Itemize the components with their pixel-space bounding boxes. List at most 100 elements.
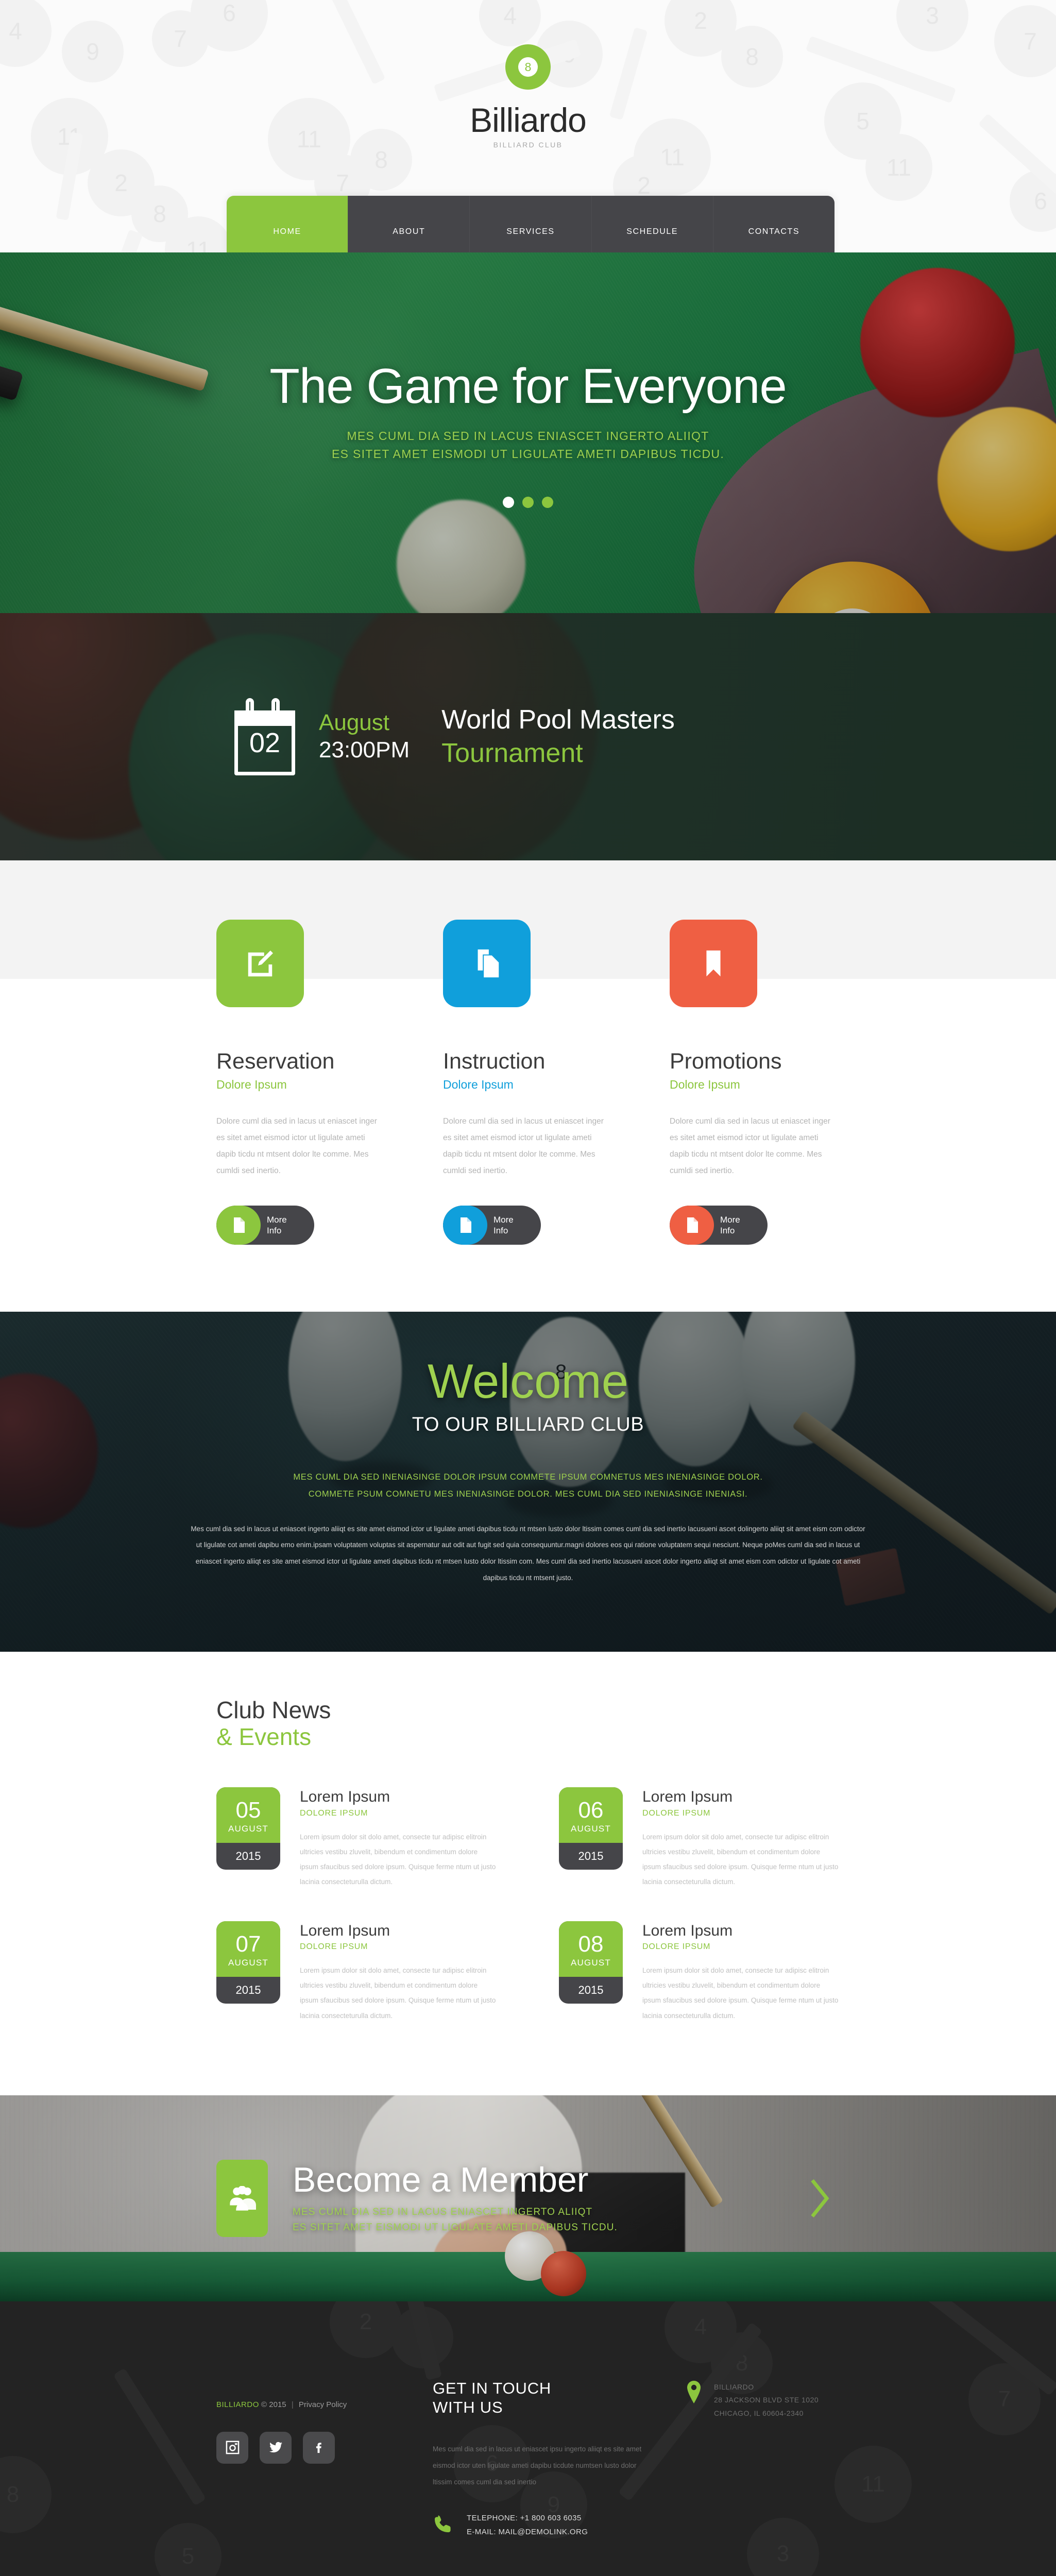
slider-dot-2[interactable] xyxy=(522,497,534,509)
news-item[interactable]: 07 AUGUST 2015 Lorem Ipsum DOLORE IPSUM … xyxy=(216,1921,497,2023)
news-month: AUGUST xyxy=(228,1824,269,1834)
more-info-button-reservation[interactable]: More Info xyxy=(216,1206,314,1245)
facebook-icon[interactable] xyxy=(303,2431,335,2464)
service-card-promotions: Promotions Dolore Ipsum Dolore cuml dia … xyxy=(670,920,840,1245)
footer-contact-column: GET IN TOUCH WITH US Mes cuml dia sed in… xyxy=(433,2379,654,2539)
more-info-line-2: Info xyxy=(267,1226,282,1236)
event-when: August 23:00PM xyxy=(319,709,410,764)
news-item[interactable]: 05 AUGUST 2015 Lorem Ipsum DOLORE IPSUM … xyxy=(216,1787,497,1889)
more-info-button-promotions[interactable]: More Info xyxy=(670,1206,768,1245)
event-time: 23:00PM xyxy=(319,737,410,762)
chevron-right-icon[interactable] xyxy=(798,2176,840,2221)
event-title-line-2: Tournament xyxy=(441,738,583,768)
news-year: 2015 xyxy=(578,1850,604,1863)
event-day: 02 xyxy=(249,727,281,758)
cta-subtitle: MES CUML DIA SED IN LACUS ENIASCET INGER… xyxy=(293,2205,798,2236)
news-month: AUGUST xyxy=(570,1957,611,1968)
footer-email[interactable]: E-MAIL: MAIL@DEMOLINK.ORG xyxy=(467,2526,588,2539)
nav-item-services[interactable]: SERVICES xyxy=(470,196,592,252)
news-year: 2015 xyxy=(578,1983,604,1996)
become-member-cta[interactable]: Become a Member MES CUML DIA SED IN LACU… xyxy=(0,2095,1056,2301)
service-title: Instruction xyxy=(443,1049,546,1074)
news-subtitle: DOLORE IPSUM xyxy=(300,1808,368,1818)
news-day: 06 xyxy=(578,1798,604,1823)
footer-social-links[interactable] xyxy=(216,2431,402,2464)
footer-contact-text: Mes cuml dia sed in lacus ut eniascet ip… xyxy=(433,2445,642,2486)
club-news-section: Club News & Events 05 AUGUST 2015 Lorem … xyxy=(0,1652,1056,2095)
footer-contact-heading-line-2: WITH US xyxy=(433,2398,503,2417)
more-info-button-instruction[interactable]: More Info xyxy=(443,1206,541,1245)
slider-dot-3[interactable] xyxy=(542,497,553,509)
nav-item-home[interactable]: HOME xyxy=(227,196,349,252)
calendar-header-band xyxy=(234,710,295,726)
site-logo[interactable]: 8 Billiardo BILLIARD CLUB xyxy=(0,0,1056,149)
slider-pagination[interactable] xyxy=(0,497,1056,509)
twitter-icon[interactable] xyxy=(260,2431,292,2464)
footer-telephone[interactable]: TELEPHONE: +1 800 603 6035 xyxy=(467,2512,588,2525)
main-navigation[interactable]: HOME ABOUT SERVICES SCHEDULE CONTACTS xyxy=(227,196,834,252)
footer-address-line-1: BILLIARDO xyxy=(714,2382,754,2391)
privacy-policy-link[interactable]: Privacy Policy xyxy=(299,2400,347,2409)
welcome-subtitle: TO OUR BILLIARD CLUB xyxy=(412,1414,644,1436)
service-text: Dolore cuml dia sed in lacus ut eniascet… xyxy=(670,1117,830,1175)
news-item[interactable]: 06 AUGUST 2015 Lorem Ipsum DOLORE IPSUM … xyxy=(559,1787,840,1889)
news-text: Lorem ipsum dolor sit dolo amet, consect… xyxy=(642,1967,839,2020)
services-section: Reservation Dolore Ipsum Dolore cuml dia… xyxy=(0,860,1056,1312)
nav-item-about[interactable]: ABOUT xyxy=(348,196,470,252)
more-info-line-1: More xyxy=(267,1215,287,1225)
news-title[interactable]: Lorem Ipsum xyxy=(300,1788,497,1806)
news-date-badge: 07 AUGUST 2015 xyxy=(216,1921,280,2004)
copy-files-icon[interactable] xyxy=(443,920,531,1007)
welcome-section: 8 Welcome TO OUR BILLIARD CLUB MES CUML … xyxy=(0,1312,1056,1652)
more-info-line-1: More xyxy=(493,1215,514,1225)
footer-brand-column: BILLIARDO © 2015 | Privacy Policy xyxy=(216,2379,402,2539)
pencil-square-icon[interactable] xyxy=(216,920,304,1007)
news-title[interactable]: Lorem Ipsum xyxy=(642,1922,840,1940)
news-month: AUGUST xyxy=(228,1957,269,1968)
cta-subtitle-line-2: ES SITET AMET EISMODI UT LIGULATE AMETI … xyxy=(293,2222,618,2233)
news-month: AUGUST xyxy=(570,1824,611,1834)
more-info-line-2: Info xyxy=(720,1226,735,1236)
nav-item-schedule[interactable]: SCHEDULE xyxy=(591,196,713,252)
more-info-label: More Info xyxy=(261,1206,314,1245)
news-title[interactable]: Lorem Ipsum xyxy=(300,1922,497,1940)
footer-separator: | xyxy=(291,2400,294,2409)
event-title-line-1: World Pool Masters xyxy=(441,705,675,735)
service-card-reservation: Reservation Dolore Ipsum Dolore cuml dia… xyxy=(216,920,386,1245)
news-item[interactable]: 08 AUGUST 2015 Lorem Ipsum DOLORE IPSUM … xyxy=(559,1921,840,2023)
billiardo-landing-page: 4 9 11 2 8 7 6 11 7 8 4 9 11 2 2 8 5 11 … xyxy=(0,0,1056,2576)
news-heading-line-1: Club News xyxy=(216,1697,331,1724)
document-icon xyxy=(443,1206,487,1245)
footer-contact-details: TELEPHONE: +1 800 603 6035 E-MAIL: MAIL@… xyxy=(433,2512,654,2539)
document-icon xyxy=(216,1206,261,1245)
brand-tagline: BILLIARD CLUB xyxy=(493,141,563,149)
hero-title: The Game for Everyone xyxy=(269,359,787,414)
bookmark-icon[interactable] xyxy=(670,920,757,1007)
slider-dot-1[interactable] xyxy=(503,497,514,509)
hero-subtitle: MES CUML DIA SED IN LACUS ENIASCET INGER… xyxy=(0,427,1056,464)
news-title[interactable]: Lorem Ipsum xyxy=(642,1788,840,1806)
news-heading-line-2: & Events xyxy=(216,1723,312,1750)
featured-event-banner[interactable]: 02 August 23:00PM World Pool Masters Tou… xyxy=(0,613,1056,860)
service-card-instruction: Instruction Dolore Ipsum Dolore cuml dia… xyxy=(443,920,613,1245)
phone-icon xyxy=(433,2514,453,2537)
hero-slider: 1 The Game for Everyone MES CUML DIA SED… xyxy=(0,252,1056,613)
news-text: Lorem ipsum dolor sit dolo amet, consect… xyxy=(642,1833,839,1886)
welcome-lead-line-2: COMMETE PSUM COMNETU MES INENIASINGE DOL… xyxy=(308,1489,748,1499)
site-header: 4 9 11 2 8 7 6 11 7 8 4 9 11 2 2 8 5 11 … xyxy=(0,0,1056,252)
instagram-icon[interactable] xyxy=(216,2431,248,2464)
site-footer: 8 2 8 6 9 4 8 11 7 5 3 BILLIARDO © 2015 … xyxy=(0,2301,1056,2576)
more-info-line-1: More xyxy=(720,1215,740,1225)
footer-copyright: BILLIARDO © 2015 | Privacy Policy xyxy=(216,2400,402,2409)
news-day: 05 xyxy=(235,1798,261,1823)
hero-subtitle-line-1: MES CUML DIA SED IN LACUS ENIASCET INGER… xyxy=(347,429,709,443)
news-date-badge: 06 AUGUST 2015 xyxy=(559,1787,623,1870)
news-heading: Club News & Events xyxy=(216,1697,840,1750)
news-date-badge: 08 AUGUST 2015 xyxy=(559,1921,623,2004)
footer-brand-name: BILLIARDO xyxy=(216,2400,259,2409)
service-subtitle: Dolore Ipsum xyxy=(443,1078,514,1092)
nav-item-contacts[interactable]: CONTACTS xyxy=(713,196,834,252)
news-text: Lorem ipsum dolor sit dolo amet, consect… xyxy=(300,1967,496,2020)
document-icon xyxy=(670,1206,714,1245)
footer-address-column: BILLIARDO 28 JACKSON BLVD STE 1020 CHICA… xyxy=(685,2379,840,2539)
